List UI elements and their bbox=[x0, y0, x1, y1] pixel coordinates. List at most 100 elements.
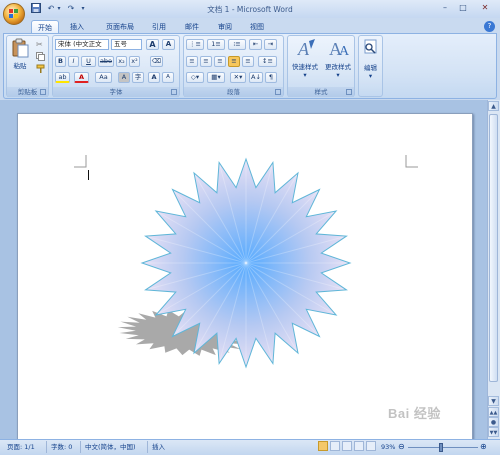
help-icon[interactable]: ? bbox=[484, 21, 495, 32]
shading-icon[interactable]: ◇▾ bbox=[186, 72, 204, 83]
browse-object-icon[interactable]: ● bbox=[488, 417, 499, 427]
decrease-indent-icon[interactable]: ⇤ bbox=[249, 39, 262, 50]
change-styles-button[interactable]: A A 更改样式 ▾ bbox=[322, 37, 354, 81]
font-name-combo[interactable]: 宋体 (中文正文 bbox=[55, 39, 109, 50]
quick-styles-dropdown-icon: ▾ bbox=[303, 71, 307, 79]
tab-page-layout[interactable]: 页面布局 bbox=[100, 20, 140, 34]
change-styles-dropdown-icon: ▾ bbox=[336, 71, 340, 79]
undo-dropdown-icon[interactable]: ▾ bbox=[56, 3, 62, 15]
clipboard-launcher-icon[interactable] bbox=[40, 89, 46, 95]
undo-icon[interactable]: ↶ bbox=[46, 3, 56, 15]
quick-styles-button[interactable]: A 快速样式 ▾ bbox=[289, 37, 321, 81]
increase-indent-icon[interactable]: ⇥ bbox=[264, 39, 277, 50]
borders-icon[interactable]: ▦▾ bbox=[207, 72, 225, 83]
bullets-icon[interactable]: ⋮≡ bbox=[186, 39, 204, 50]
line-spacing-icon[interactable]: ↕≡ bbox=[258, 56, 277, 67]
grow-font-small-button[interactable]: A bbox=[148, 72, 160, 83]
quick-styles-label: 快速样式 bbox=[292, 63, 318, 71]
web-layout-view-icon[interactable] bbox=[342, 441, 352, 451]
editing-button[interactable]: 编辑 ▾ bbox=[359, 38, 382, 80]
zoom-level[interactable]: 93% bbox=[381, 442, 395, 452]
enclose-chars-button[interactable]: 字 bbox=[132, 72, 144, 83]
chinese-layout-icon[interactable]: ✕▾ bbox=[230, 72, 246, 83]
highlight-button[interactable]: ab bbox=[55, 72, 70, 83]
office-button[interactable] bbox=[3, 3, 25, 25]
distributed-icon[interactable]: ≡ bbox=[242, 56, 254, 67]
svg-text:A: A bbox=[297, 39, 310, 59]
draft-view-icon[interactable] bbox=[366, 441, 376, 451]
next-page-icon[interactable]: ▼▼ bbox=[488, 427, 499, 437]
align-left-icon[interactable]: ≡ bbox=[186, 56, 198, 67]
strikethrough-button[interactable]: abe bbox=[98, 56, 114, 67]
status-divider bbox=[147, 441, 148, 453]
office-logo-icon bbox=[9, 9, 19, 19]
save-icon[interactable] bbox=[30, 3, 42, 15]
change-case-button[interactable]: Aa bbox=[95, 72, 112, 83]
margin-corner-mark bbox=[405, 155, 418, 168]
paste-button[interactable]: 粘贴 bbox=[10, 38, 30, 72]
print-layout-view-icon[interactable] bbox=[318, 441, 328, 451]
status-language[interactable]: 中文(简体，中国) bbox=[85, 442, 136, 452]
italic-button[interactable]: I bbox=[68, 56, 79, 67]
full-screen-view-icon[interactable] bbox=[330, 441, 340, 451]
copy-icon[interactable] bbox=[36, 52, 45, 61]
font-group-label: 字体 bbox=[53, 87, 179, 97]
status-words[interactable]: 字数: 0 bbox=[51, 442, 72, 452]
watermark-text: Bai 经验 bbox=[388, 406, 441, 421]
tab-mailings[interactable]: 邮件 bbox=[181, 20, 203, 34]
find-icon bbox=[364, 39, 377, 54]
zoom-slider-thumb[interactable] bbox=[439, 443, 443, 452]
paragraph-group-label: 段落 bbox=[184, 87, 283, 97]
paragraph-launcher-icon[interactable] bbox=[275, 89, 281, 95]
starburst-shape[interactable] bbox=[80, 155, 370, 375]
cut-icon[interactable]: ✂ bbox=[36, 40, 45, 49]
prev-page-icon[interactable]: ▲▲ bbox=[488, 407, 499, 417]
watermark-logo: Bai 经验 bbox=[388, 403, 478, 431]
status-page[interactable]: 页面: 1/1 bbox=[7, 442, 35, 452]
change-styles-label: 更改样式 bbox=[325, 63, 351, 71]
status-divider bbox=[46, 441, 47, 453]
font-size-combo[interactable]: 五号 bbox=[111, 39, 142, 50]
minimize-button[interactable]: – bbox=[438, 2, 452, 13]
char-shading-button[interactable]: A bbox=[118, 72, 130, 83]
close-button[interactable]: ✕ bbox=[474, 2, 496, 13]
zoom-in-icon[interactable]: ⊕ bbox=[480, 442, 487, 452]
styles-launcher-icon[interactable] bbox=[346, 89, 352, 95]
tab-view[interactable]: 视图 bbox=[246, 20, 268, 34]
status-insert-mode[interactable]: 插入 bbox=[152, 442, 165, 452]
bold-button[interactable]: B bbox=[55, 56, 66, 67]
font-launcher-icon[interactable] bbox=[171, 89, 177, 95]
tab-home[interactable]: 开始 bbox=[31, 20, 59, 34]
zoom-slider-track[interactable] bbox=[408, 447, 478, 448]
align-center-icon[interactable]: ≡ bbox=[200, 56, 212, 67]
window-title: 文档 1 - Microsoft Word bbox=[207, 5, 293, 14]
paste-icon bbox=[12, 38, 29, 58]
scroll-down-icon[interactable]: ▼ bbox=[488, 396, 499, 406]
editing-label: 编辑 bbox=[364, 64, 377, 72]
shrink-font-button[interactable]: A bbox=[162, 72, 174, 83]
clear-format-icon[interactable]: ⌫ bbox=[150, 56, 163, 67]
align-right-icon[interactable]: ≡ bbox=[214, 56, 226, 67]
superscript-button[interactable]: x² bbox=[129, 56, 140, 67]
customize-qat-icon[interactable]: ▾ bbox=[79, 3, 87, 15]
tab-insert[interactable]: 插入 bbox=[66, 20, 88, 34]
tab-review[interactable]: 审阅 bbox=[214, 20, 236, 34]
zoom-out-icon[interactable]: ⊖ bbox=[398, 442, 405, 452]
tab-references[interactable]: 引用 bbox=[148, 20, 170, 34]
scroll-up-icon[interactable]: ▲ bbox=[488, 101, 499, 111]
numbering-icon[interactable]: 1≡ bbox=[207, 39, 225, 50]
subscript-button[interactable]: x₂ bbox=[116, 56, 127, 67]
show-marks-button[interactable]: ¶ bbox=[265, 72, 277, 83]
grow-font-button[interactable]: A bbox=[146, 39, 159, 50]
scroll-thumb[interactable] bbox=[489, 114, 498, 382]
char-border-button[interactable]: A bbox=[162, 39, 175, 50]
sort-button[interactable]: A↓ bbox=[249, 72, 263, 83]
outline-view-icon[interactable] bbox=[354, 441, 364, 451]
font-color-button[interactable]: A bbox=[74, 72, 89, 83]
justify-icon[interactable]: ≡ bbox=[228, 56, 240, 67]
underline-button[interactable]: U bbox=[81, 56, 96, 67]
multilevel-list-icon[interactable]: ⁝≡ bbox=[228, 39, 246, 50]
maximize-button[interactable]: □ bbox=[456, 2, 470, 13]
format-painter-icon[interactable] bbox=[36, 64, 45, 73]
redo-icon[interactable]: ↷ bbox=[66, 3, 76, 15]
